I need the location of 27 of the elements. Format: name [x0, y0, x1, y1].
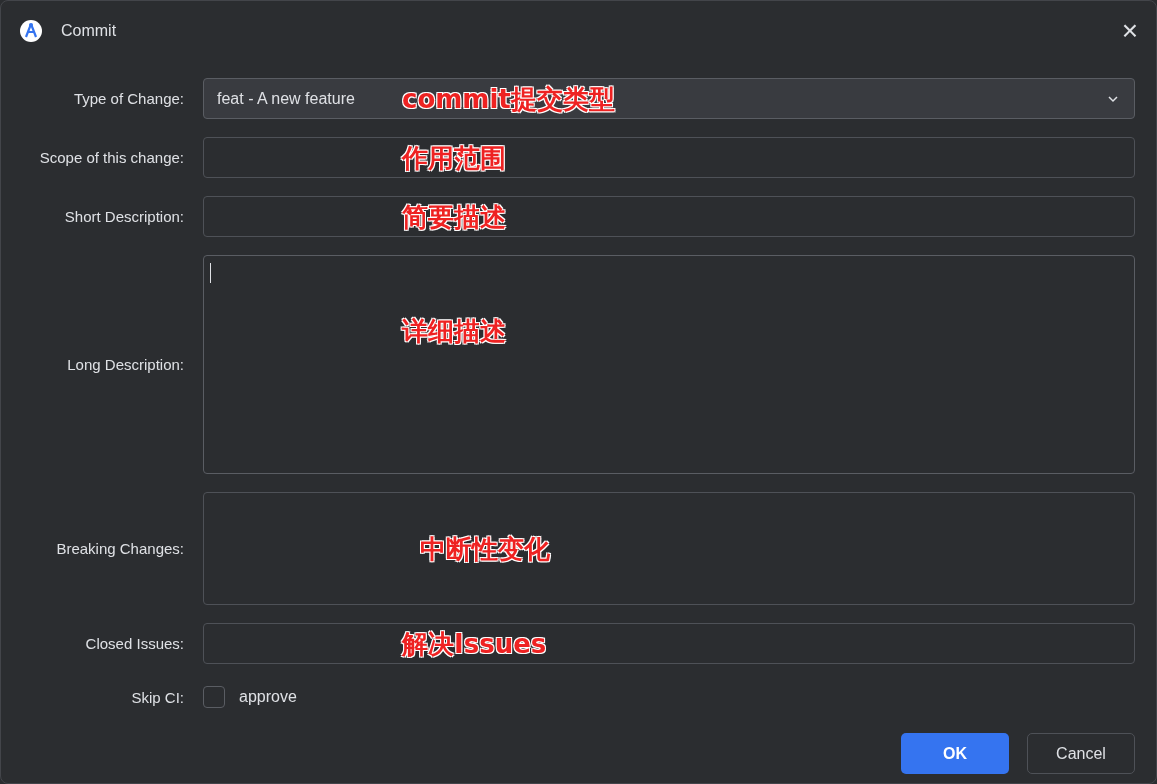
cancel-button[interactable]: Cancel [1027, 733, 1135, 774]
annotation-text: 作用范围 [402, 141, 506, 174]
app-logo-icon [19, 19, 43, 43]
field-label: Short Description: [63, 208, 185, 225]
annotation-text: 详细描述 [402, 314, 506, 348]
text-cursor [210, 263, 211, 283]
field-label: Breaking Changes: [55, 540, 185, 557]
type-dropdown[interactable]: feat - A new feature commit提交类型 [203, 78, 1135, 119]
annotation-text: commit提交类型 [402, 82, 615, 115]
text-area[interactable]: 详细描述 [203, 255, 1135, 474]
ok-button[interactable]: OK [901, 733, 1009, 774]
text-area[interactable]: 中断性变化 [203, 492, 1135, 605]
field-label: Skip CI: [130, 688, 185, 706]
text-field[interactable]: 作用范围 [203, 137, 1135, 178]
close-button[interactable]: × [1117, 17, 1142, 45]
checkbox[interactable] [203, 686, 225, 708]
checkbox-label: approve [239, 688, 297, 706]
annotation-text: 中断性变化 [420, 532, 550, 565]
text-field[interactable]: 解决Issues [203, 623, 1135, 664]
annotation-text: 简要描述 [402, 200, 506, 233]
text-field[interactable]: 简要描述 [203, 196, 1135, 237]
field-label: Type of Change: [72, 90, 185, 107]
window-title: Commit [61, 22, 118, 40]
annotation-text: 解决Issues [402, 627, 547, 660]
field-label: Closed Issues: [84, 635, 185, 652]
field-label: Scope of this change: [38, 149, 185, 166]
field-label: Long Description: [66, 356, 185, 373]
